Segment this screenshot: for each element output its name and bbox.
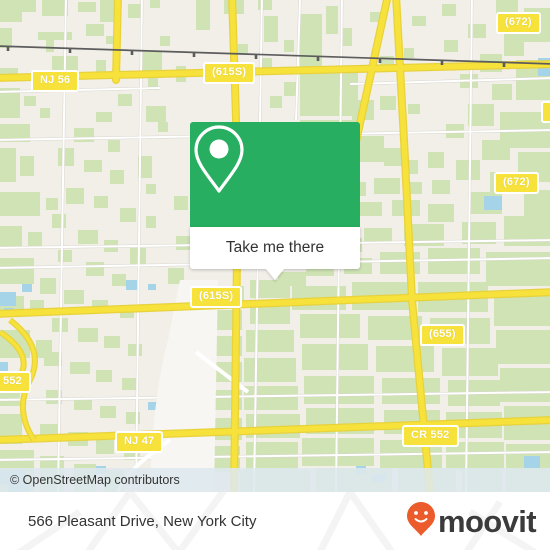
location-callout-card: Take me there	[190, 122, 360, 280]
road-shield-cr-552[interactable]: CR 552	[402, 425, 459, 447]
address-label: 566 Pleasant Drive, New York City	[28, 512, 257, 530]
road-shield-615s-top[interactable]: (615S)	[203, 62, 256, 84]
map-attribution-bar: © OpenStreetMap contributors	[0, 468, 550, 492]
moovit-logo[interactable]: moovit	[406, 501, 537, 542]
road-shield-672-top[interactable]: (672)	[496, 12, 541, 34]
road-shield-552-clipped-left[interactable]: 552	[0, 371, 31, 393]
road-shield-nj-56[interactable]: NJ 56	[31, 70, 80, 92]
moovit-smiley-pin-icon	[406, 501, 436, 542]
moovit-wordmark: moovit	[437, 503, 537, 539]
road-shield-655[interactable]: (655)	[420, 324, 465, 346]
take-me-there-label: Take me there	[225, 239, 325, 256]
road-shield-nj-47[interactable]: NJ 47	[115, 431, 164, 453]
road-shield-615s-mid[interactable]: (615S)	[190, 286, 243, 308]
openstreetmap-attribution-text[interactable]: © OpenStreetMap contributors	[10, 473, 180, 487]
map-share-card: (672) (615S) NJ 56 C (672) (615S) (655) …	[0, 0, 550, 550]
road-shield-672-mid[interactable]: (672)	[494, 172, 539, 194]
callout-tail	[266, 269, 284, 280]
map-canvas[interactable]: (672) (615S) NJ 56 C (672) (615S) (655) …	[0, 0, 550, 492]
callout-pin-area	[190, 122, 360, 227]
footer-content-row: 566 Pleasant Drive, New York City moovit	[0, 492, 550, 550]
footer-bar: 566 Pleasant Drive, New York City moovit	[0, 492, 550, 550]
take-me-there-button[interactable]: Take me there	[190, 227, 360, 280]
road-shield-cr-clipped-right[interactable]: C	[541, 101, 550, 123]
